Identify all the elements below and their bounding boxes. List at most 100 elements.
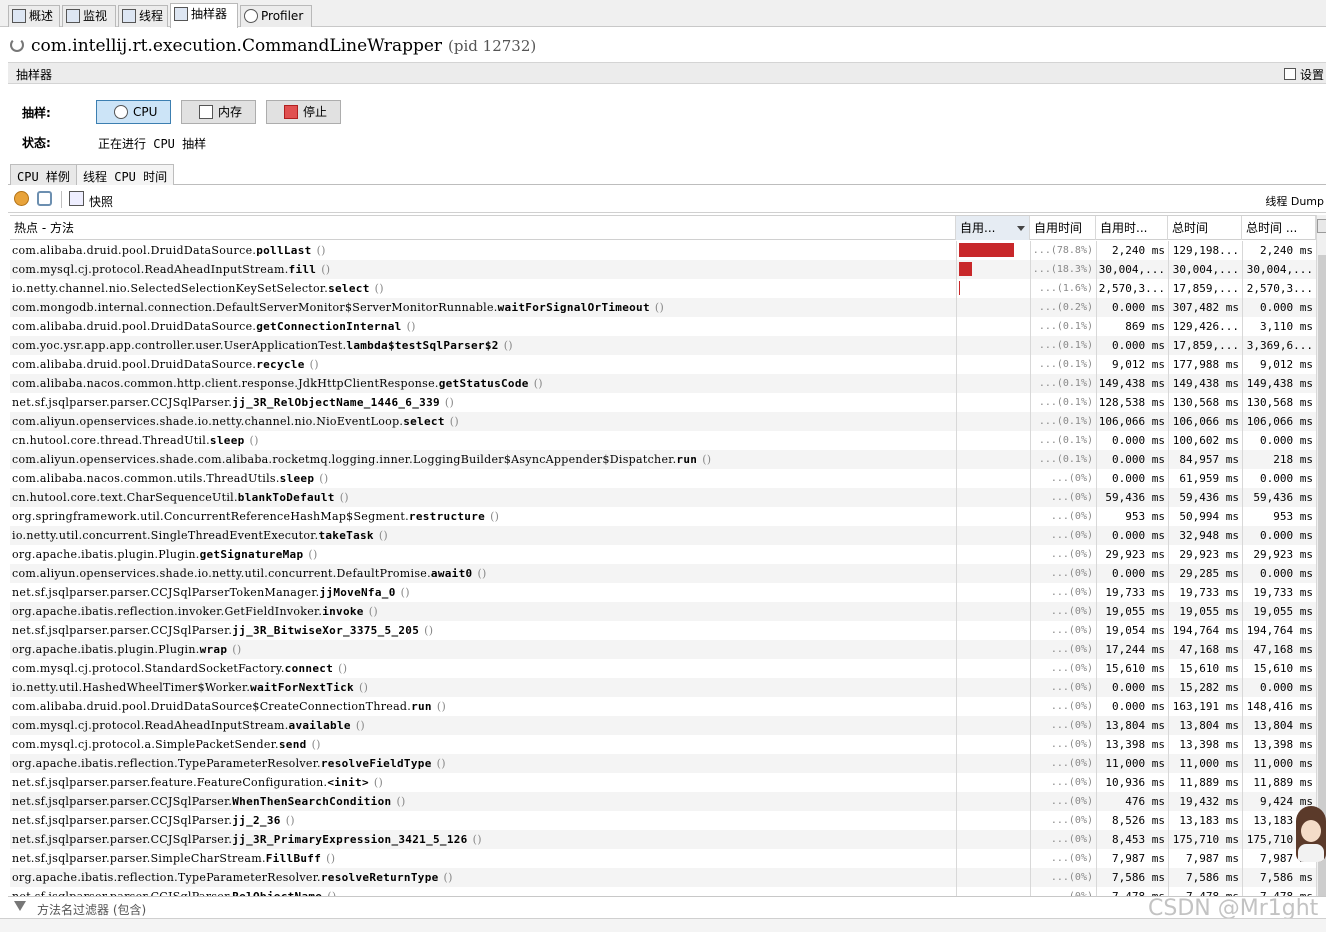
table-row[interactable]: net.sf.jsqlparser.parser.SimpleCharStrea…	[10, 849, 1316, 868]
method-parens: ()	[477, 567, 487, 580]
table-row[interactable]: net.sf.jsqlparser.parser.CCJSqlParser.jj…	[10, 811, 1316, 830]
table-row[interactable]: net.sf.jsqlparser.parser.CCJSqlParser.jj…	[10, 621, 1316, 640]
method-filter-bar[interactable]: 方法名过滤器 (包含)	[8, 896, 1326, 918]
table-row[interactable]: com.alibaba.druid.pool.DruidDataSource.p…	[10, 241, 1316, 260]
total-time: 100,602 ms	[1168, 431, 1242, 450]
tab-profiler[interactable]: Profiler	[240, 5, 312, 27]
method-package: com.alibaba.druid.pool.DruidDataSource$C…	[12, 700, 412, 713]
monitor-icon	[66, 9, 80, 23]
method-parens: ()	[316, 244, 326, 257]
tab-sampler[interactable]: 抽样器	[170, 3, 238, 28]
total-time-cpu: 19,055 ms	[1242, 602, 1316, 621]
table-row[interactable]: org.apache.ibatis.plugin.Plugin.wrap ()..…	[10, 640, 1316, 659]
pause-icon[interactable]	[14, 191, 29, 206]
table-row[interactable]: cn.hutool.core.text.CharSequenceUtil.bla…	[10, 488, 1316, 507]
table-row[interactable]: net.sf.jsqlparser.parser.CCJSqlParser.jj…	[10, 393, 1316, 412]
table-row[interactable]: com.mysql.cj.protocol.StandardSocketFact…	[10, 659, 1316, 678]
cpu-button[interactable]: CPU	[96, 100, 171, 124]
method-cell: com.mysql.cj.protocol.a.SimplePacketSend…	[12, 735, 954, 754]
method-cell: org.apache.ibatis.plugin.Plugin.wrap ()	[12, 640, 954, 659]
self-time-bar-cell	[956, 241, 1030, 260]
total-time: 19,733 ms	[1168, 583, 1242, 602]
tab-thread-cpu-time[interactable]: 线程 CPU 时间	[76, 164, 175, 185]
table-row[interactable]: com.mysql.cj.protocol.a.SimplePacketSend…	[10, 735, 1316, 754]
header-total-time-cpu[interactable]: 总时间 ...	[1242, 216, 1316, 240]
table-row[interactable]: com.mysql.cj.protocol.ReadAheadInputStre…	[10, 260, 1316, 279]
table-row[interactable]: com.aliyun.openservices.shade.io.netty.c…	[10, 412, 1316, 431]
app-name-text: com.intellij.rt.execution.CommandLineWra…	[31, 36, 443, 56]
thread-dump-button[interactable]: 线程 Dump	[1265, 193, 1324, 209]
total-time-cpu: 149,438 ms	[1242, 374, 1316, 393]
threads-icon	[122, 9, 136, 23]
tab-overview[interactable]: 概述	[8, 5, 60, 27]
method-parens: ()	[355, 719, 366, 732]
table-row[interactable]: com.alibaba.nacos.common.utils.ThreadUti…	[10, 469, 1316, 488]
self-time: 0.000 ms	[1096, 431, 1168, 450]
table-row[interactable]: io.netty.util.concurrent.SingleThreadEve…	[10, 526, 1316, 545]
table-row[interactable]: org.apache.ibatis.reflection.invoker.Get…	[10, 602, 1316, 621]
snapshot-button[interactable]: 快照	[89, 193, 113, 210]
method-parens: ()	[424, 624, 434, 637]
table-row[interactable]: net.sf.jsqlparser.parser.CCJSqlParser.jj…	[10, 830, 1316, 849]
method-package: com.aliyun.openservices.shade.com.alibab…	[12, 453, 677, 466]
table-row[interactable]: io.netty.channel.nio.SelectedSelectionKe…	[10, 279, 1316, 298]
table-row[interactable]: com.yoc.ysr.app.app.controller.user.User…	[10, 336, 1316, 355]
tab-cpu-samples[interactable]: CPU 样例	[10, 164, 77, 185]
header-total-time[interactable]: 总时间	[1168, 216, 1242, 240]
self-time: 0.000 ms	[1096, 564, 1168, 583]
table-row[interactable]: com.alibaba.druid.pool.DruidDataSource$C…	[10, 697, 1316, 716]
snapshot-icon[interactable]	[69, 191, 84, 206]
table-row[interactable]: com.alibaba.druid.pool.DruidDataSource.g…	[10, 317, 1316, 336]
table-row[interactable]: io.netty.util.HashedWheelTimer$Worker.wa…	[10, 678, 1316, 697]
header-method[interactable]: 热点 - 方法	[10, 216, 956, 240]
method-cell: net.sf.jsqlparser.parser.CCJSqlParser.jj…	[12, 393, 954, 412]
stop-button[interactable]: 停止	[266, 100, 341, 124]
method-parens: ()	[373, 776, 384, 789]
vertical-scrollbar[interactable]	[1316, 215, 1326, 907]
profiler-icon	[244, 9, 258, 23]
method-cell: com.aliyun.openservices.shade.io.netty.u…	[12, 564, 954, 583]
filter-icon	[14, 901, 26, 911]
table-row[interactable]: net.sf.jsqlparser.parser.CCJSqlParser.Wh…	[10, 792, 1316, 811]
table-row[interactable]: cn.hutool.core.thread.ThreadUtil.sleep ()…	[10, 431, 1316, 450]
self-time-bar-cell	[956, 640, 1030, 659]
columns-menu-icon[interactable]	[1317, 219, 1326, 233]
total-time: 149,438 ms	[1168, 374, 1242, 393]
settings-label[interactable]: 设置	[1300, 66, 1324, 83]
memory-button[interactable]: 内存	[181, 100, 256, 124]
method-name: select	[328, 282, 370, 295]
tab-sampler-label: 抽样器	[191, 7, 228, 21]
self-time: 59,436 ms	[1096, 488, 1168, 507]
total-time: 7,478 ms	[1168, 887, 1242, 896]
table-row[interactable]: com.aliyun.openservices.shade.io.netty.u…	[10, 564, 1316, 583]
tab-overview-label: 概述	[29, 9, 54, 23]
settings-checkbox[interactable]	[1284, 68, 1296, 80]
header-self-time[interactable]: 自用时...	[1096, 216, 1168, 240]
tab-monitor[interactable]: 监视	[62, 5, 116, 27]
table-row[interactable]: com.alibaba.nacos.common.http.client.res…	[10, 374, 1316, 393]
table-row[interactable]: org.apache.ibatis.reflection.TypeParamet…	[10, 754, 1316, 773]
tab-threads[interactable]: 线程	[118, 5, 168, 27]
table-row[interactable]: net.sf.jsqlparser.parser.CCJSqlParser.Re…	[10, 887, 1316, 896]
self-time-bar-cell	[956, 792, 1030, 811]
method-name: jj_3R_BitwiseXor_3375_5_205	[232, 624, 420, 637]
header-self-time-pct[interactable]: 自用时间	[1030, 216, 1096, 240]
table-row[interactable]: com.aliyun.openservices.shade.com.alibab…	[10, 450, 1316, 469]
table-row[interactable]: com.alibaba.druid.pool.DruidDataSource.r…	[10, 355, 1316, 374]
table-row[interactable]: net.sf.jsqlparser.parser.feature.Feature…	[10, 773, 1316, 792]
table-row[interactable]: org.apache.ibatis.reflection.TypeParamet…	[10, 868, 1316, 887]
refresh-icon[interactable]	[37, 191, 52, 206]
method-cell: net.sf.jsqlparser.parser.CCJSqlParser.Wh…	[12, 792, 954, 811]
table-row[interactable]: org.springframework.util.ConcurrentRefer…	[10, 507, 1316, 526]
header-self-bar[interactable]: 自用...	[956, 216, 1030, 240]
self-time-pct: ...(0.1%)	[1030, 450, 1096, 469]
self-time: 11,000 ms	[1096, 754, 1168, 773]
method-package: com.alibaba.nacos.common.http.client.res…	[12, 377, 439, 390]
table-row[interactable]: com.mysql.cj.protocol.ReadAheadInputStre…	[10, 716, 1316, 735]
total-time-cpu: 29,923 ms	[1242, 545, 1316, 564]
table-row[interactable]: org.apache.ibatis.plugin.Plugin.getSigna…	[10, 545, 1316, 564]
method-filter-input[interactable]: 方法名过滤器 (包含)	[37, 901, 146, 918]
table-row[interactable]: net.sf.jsqlparser.parser.CCJSqlParserTok…	[10, 583, 1316, 602]
total-time: 84,957 ms	[1168, 450, 1242, 469]
table-row[interactable]: com.mongodb.internal.connection.DefaultS…	[10, 298, 1316, 317]
